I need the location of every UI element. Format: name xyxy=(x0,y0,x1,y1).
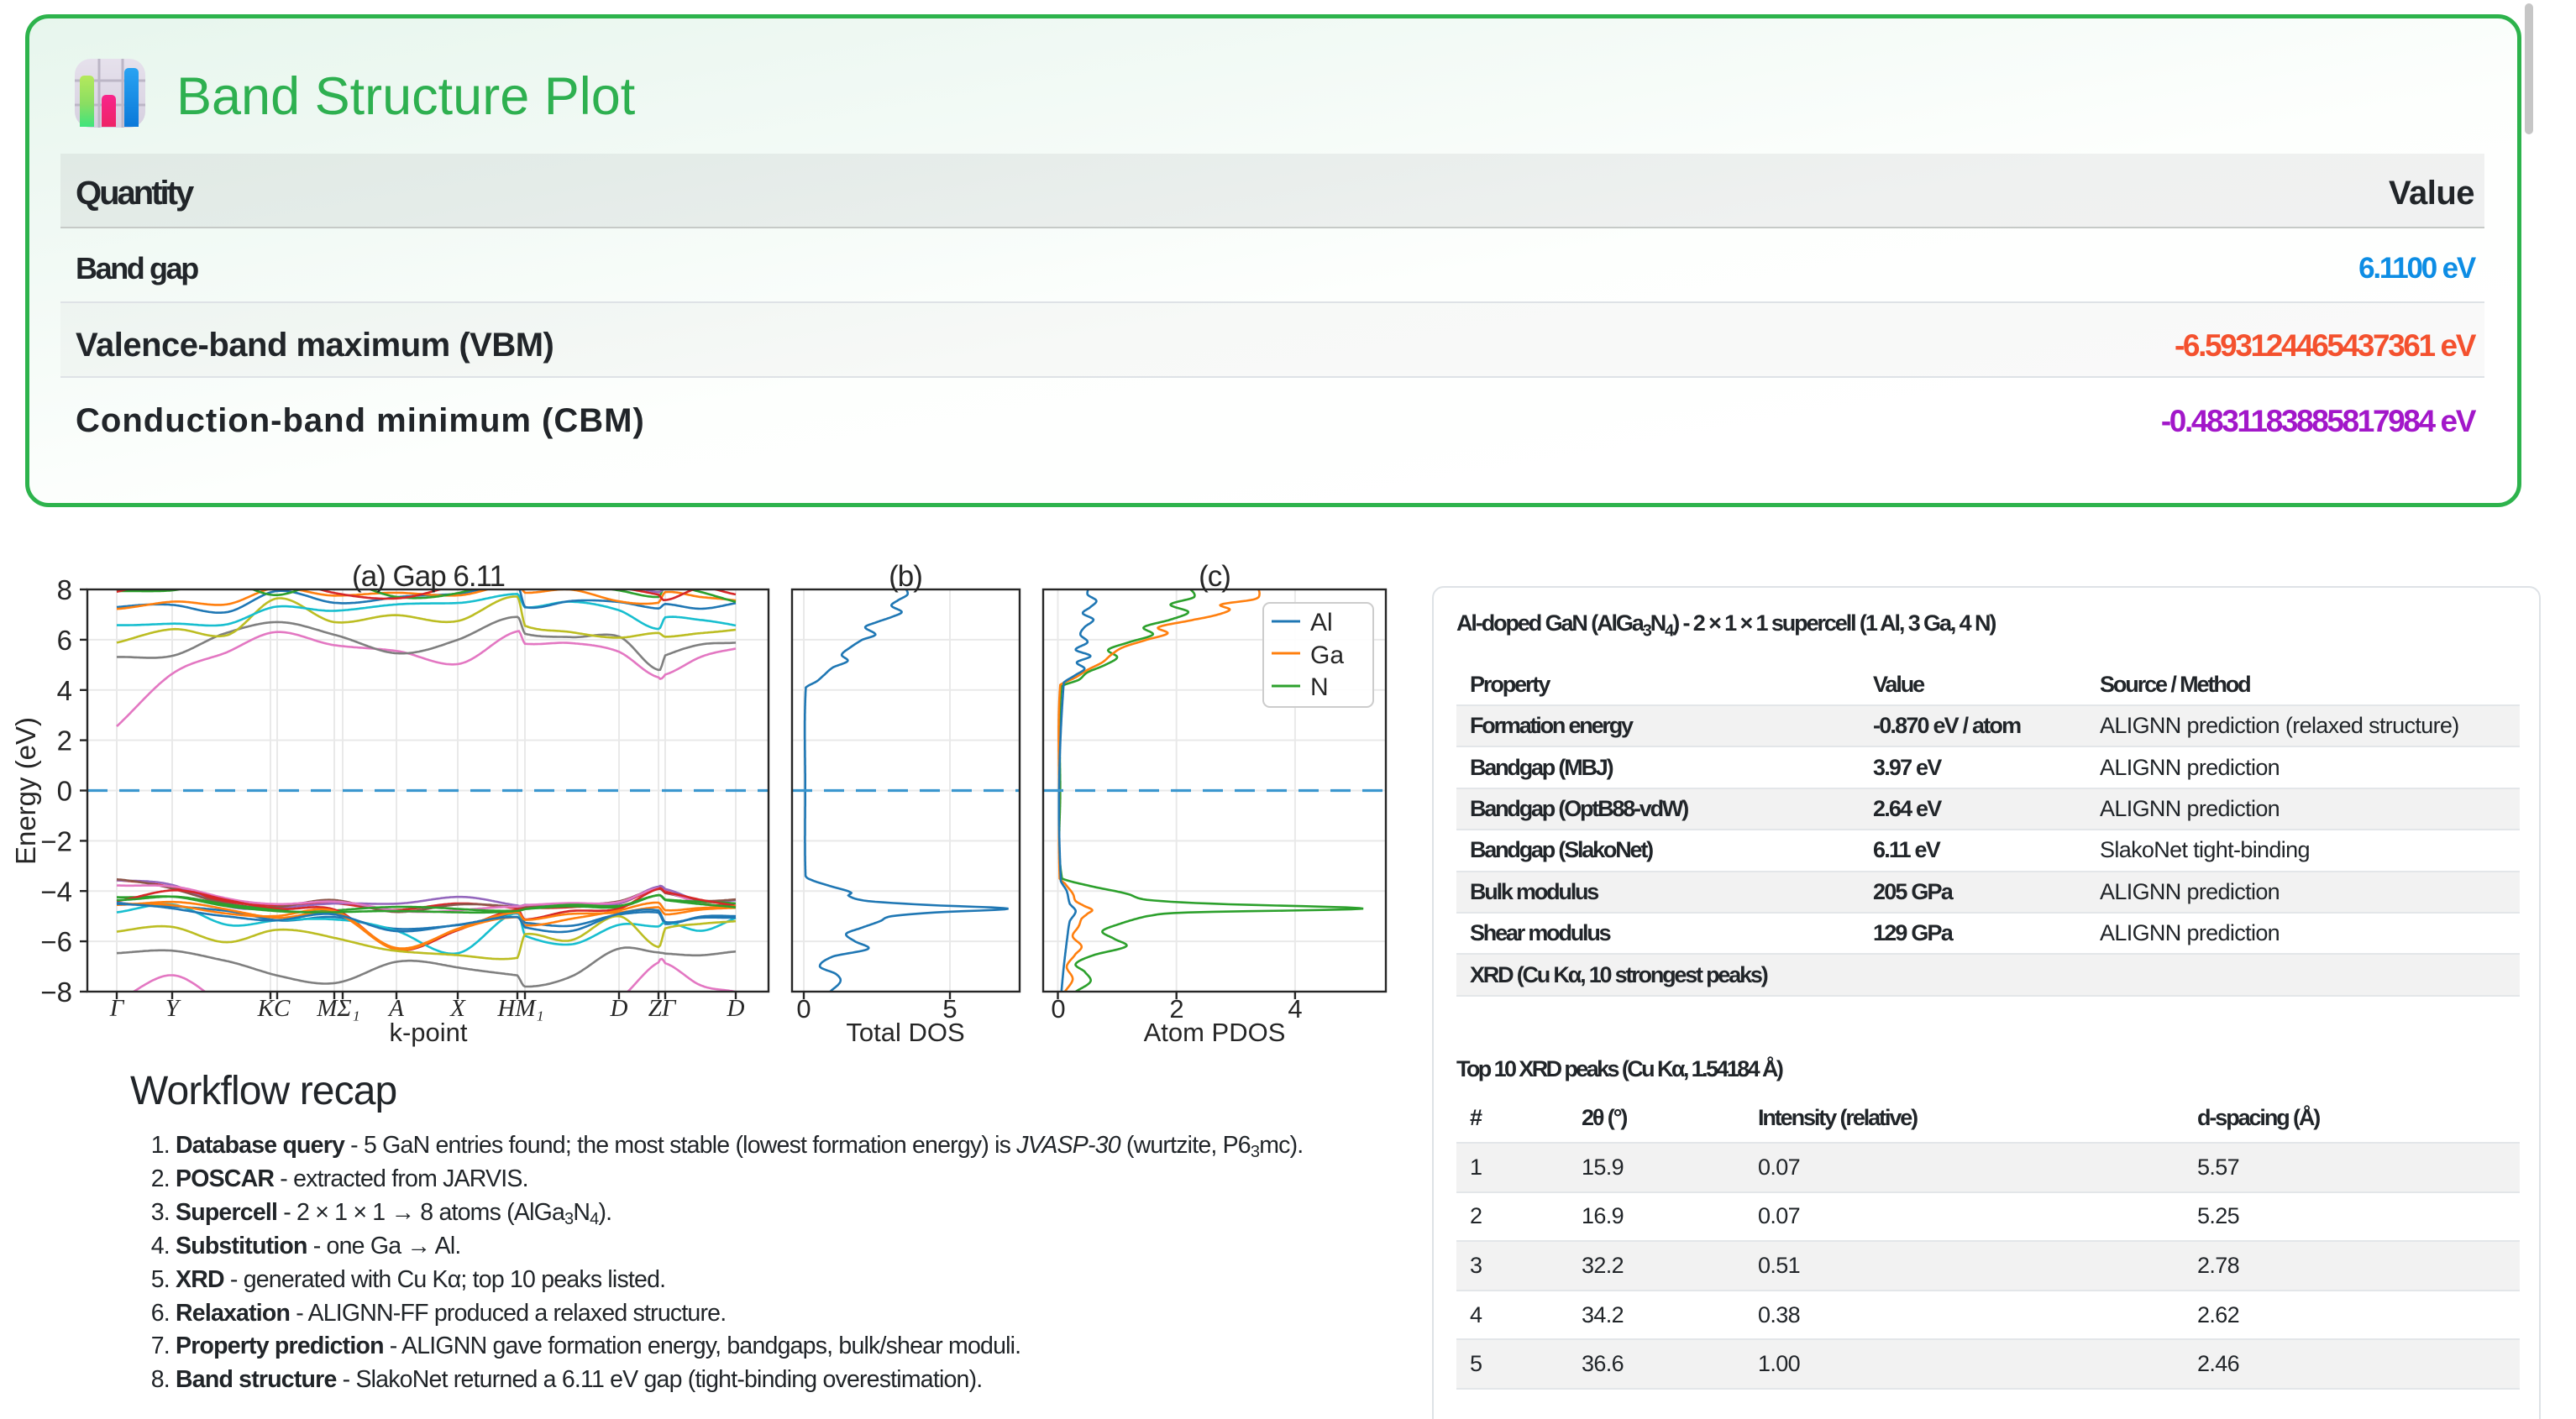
svg-text:Al: Al xyxy=(1310,609,1333,636)
svg-text:6: 6 xyxy=(57,625,72,656)
svg-text:Atom PDOS: Atom PDOS xyxy=(1144,1018,1286,1047)
svg-text:N: N xyxy=(1310,673,1329,701)
svg-text:(a) Gap 6.11: (a) Gap 6.11 xyxy=(352,560,505,593)
svg-text:Energy (eV): Energy (eV) xyxy=(10,717,41,865)
svg-text:4: 4 xyxy=(1288,994,1302,1024)
svg-text:8: 8 xyxy=(57,574,72,605)
svg-text:(b): (b) xyxy=(889,560,922,593)
svg-text:KC: KC xyxy=(257,995,291,1022)
svg-text:−8: −8 xyxy=(40,977,72,1008)
svg-text:−4: −4 xyxy=(40,876,72,907)
svg-text:HM₁: HM₁ xyxy=(496,995,543,1022)
svg-text:D: D xyxy=(610,995,628,1022)
svg-text:−2: −2 xyxy=(40,825,72,856)
svg-text:0: 0 xyxy=(796,994,811,1024)
svg-text:Γ: Γ xyxy=(109,995,125,1022)
svg-text:−6: −6 xyxy=(40,926,72,957)
svg-text:D: D xyxy=(727,995,745,1022)
svg-text:Ga: Ga xyxy=(1310,641,1344,669)
svg-text:4: 4 xyxy=(57,675,72,706)
svg-text:Total DOS: Total DOS xyxy=(846,1018,964,1047)
svg-text:MΣ₁: MΣ₁ xyxy=(316,995,359,1022)
svg-text:ZΓ: ZΓ xyxy=(648,995,677,1022)
svg-text:0: 0 xyxy=(1051,994,1065,1024)
svg-text:2: 2 xyxy=(57,725,72,757)
svg-text:0: 0 xyxy=(57,776,72,807)
svg-text:k-point: k-point xyxy=(389,1018,467,1047)
svg-text:Y: Y xyxy=(165,995,181,1022)
svg-text:(c): (c) xyxy=(1199,560,1230,593)
